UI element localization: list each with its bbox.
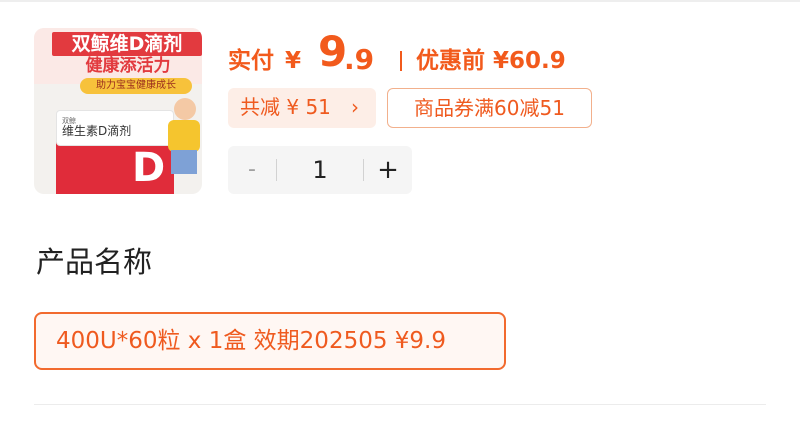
product-image-letter: D bbox=[132, 145, 166, 191]
child-illustration-head bbox=[174, 98, 196, 120]
coupon-chip[interactable]: 商品券满60减51 bbox=[387, 88, 592, 128]
product-image-name: 维生素D滴剂 bbox=[62, 124, 132, 138]
product-image-headline-1: 双鲸维D滴剂 bbox=[52, 32, 202, 56]
decrease-quantity-button[interactable]: - bbox=[228, 146, 276, 194]
product-name-section-title: 产品名称 bbox=[36, 245, 153, 279]
total-discount-label: 共减 ¥ 51 bbox=[240, 95, 331, 119]
total-discount-chip[interactable]: 共减 ¥ 51 › bbox=[228, 88, 376, 128]
price-integer: 9 bbox=[318, 27, 348, 76]
price-decimal: .9 bbox=[344, 43, 375, 76]
quantity-value[interactable]: 1 bbox=[277, 146, 363, 194]
chevron-right-icon: › bbox=[351, 95, 359, 119]
price-divider bbox=[400, 51, 402, 71]
product-image[interactable]: 双鲸维D滴剂 健康添活力 助力宝宝健康成长 双鲸 维生素D滴剂 D bbox=[34, 28, 202, 194]
child-illustration-body bbox=[168, 120, 200, 152]
product-image-tag: 助力宝宝健康成长 bbox=[80, 78, 192, 94]
original-price: 优惠前 ¥60.9 bbox=[416, 48, 566, 74]
child-illustration-legs bbox=[171, 150, 197, 174]
bottom-divider bbox=[34, 404, 766, 405]
product-image-headline-2: 健康添活力 bbox=[85, 56, 171, 76]
increase-quantity-button[interactable]: + bbox=[364, 146, 412, 194]
actual-pay-label: 实付 bbox=[228, 48, 274, 74]
quantity-stepper: - 1 + bbox=[228, 146, 412, 194]
top-divider bbox=[0, 0, 800, 2]
product-option-chip[interactable]: 400U*60粒 x 1盒 效期202505 ¥9.9 bbox=[34, 312, 506, 370]
currency-symbol: ¥ bbox=[285, 48, 302, 74]
